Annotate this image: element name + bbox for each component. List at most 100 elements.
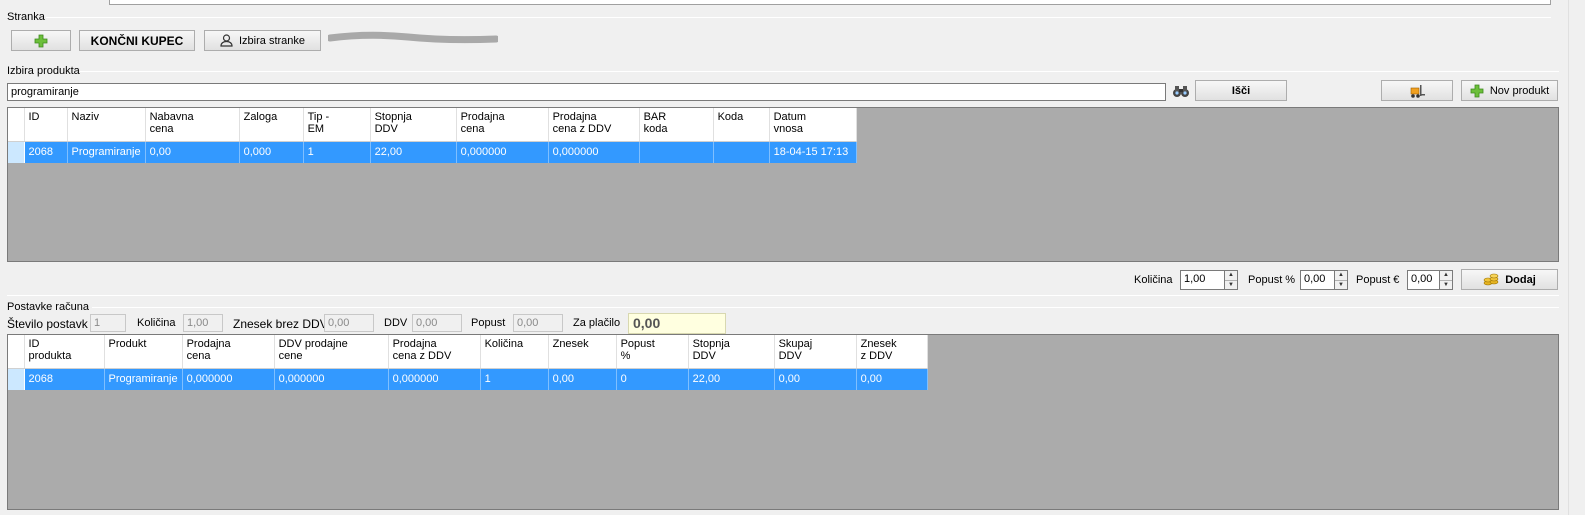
cell-produkt[interactable]: Programiranje [104, 368, 183, 390]
plus-icon [1470, 84, 1484, 97]
popust-pct-stepper[interactable]: 0,00 ▲ ▼ [1300, 270, 1348, 290]
cell-prodajna-cena-ddv[interactable]: 0,000000 [548, 141, 640, 163]
col-znesek[interactable]: Znesek [548, 335, 617, 369]
popust-label: Popust [471, 317, 506, 329]
col-datum-vnosa[interactable]: Datum vnosa [769, 108, 857, 142]
col-zaloga[interactable]: Zaloga [239, 108, 304, 142]
binoculars-icon[interactable] [1172, 83, 1190, 101]
col-ddv-prodajne-cene[interactable]: DDV prodajne cene [274, 335, 389, 369]
invoice-items-grid[interactable]: ID produkta Produkt Prodajna cena DDV pr… [7, 334, 1559, 510]
kolicina-label: Količina [1134, 274, 1173, 286]
cell-ddv-prodajne-cene[interactable]: 0,000000 [274, 368, 389, 390]
col-bar-koda[interactable]: BAR koda [639, 108, 714, 142]
popust-field: 0,00 [513, 314, 563, 332]
cell-znesek-z-ddv[interactable]: 0,00 [856, 368, 928, 390]
popust-eur-arrows[interactable]: ▲ ▼ [1439, 270, 1453, 290]
table-row[interactable]: 2068 Programiranje 0,00 0,000 1 22,00 0,… [8, 141, 857, 163]
col-prodajna-cena[interactable]: Prodajna cena [182, 335, 275, 369]
ddv-label: DDV [384, 317, 408, 329]
cell-id[interactable]: 2068 [24, 141, 68, 163]
cell-prodajna-cena-ddv[interactable]: 0,000000 [388, 368, 481, 390]
col-naziv[interactable]: Naziv [67, 108, 146, 142]
product-grid[interactable]: ID Naziv Nabavna cena Zaloga Tip - EM St… [7, 107, 1559, 262]
stevilo-postavk-field: 1 [90, 314, 126, 332]
col-prodajna-cena[interactable]: Prodajna cena [456, 108, 549, 142]
popust-pct-label: Popust % [1248, 274, 1296, 286]
user-icon [220, 34, 233, 47]
izbira-stranke-button[interactable]: Izbira stranke [204, 30, 321, 51]
row-header[interactable] [8, 141, 25, 163]
cell-stopnja-ddv[interactable]: 22,00 [370, 141, 457, 163]
cell-naziv[interactable]: Programiranje [67, 141, 146, 163]
col-kolicina[interactable]: Količina [480, 335, 549, 369]
col-koda[interactable]: Koda [713, 108, 770, 142]
koncni-kupec-button[interactable]: KONČNI KUPEC [79, 30, 195, 51]
row-header[interactable] [8, 368, 25, 390]
scroll-track[interactable] [1568, 0, 1585, 515]
col-produkt[interactable]: Produkt [104, 335, 183, 369]
popust-pct-arrows[interactable]: ▲ ▼ [1334, 270, 1348, 290]
dodaj-button[interactable]: Dodaj [1461, 269, 1558, 290]
produkt-group-line [80, 71, 1559, 72]
top-panel [109, 0, 1551, 5]
col-znesek-z-ddv[interactable]: Znesek z DDV [856, 335, 928, 369]
col-stopnja-ddv[interactable]: Stopnja DDV [370, 108, 457, 142]
nov-produkt-button[interactable]: Nov produkt [1461, 80, 1558, 101]
row-header-corner [8, 108, 25, 142]
stevilo-postavk-label: Število postavk [7, 317, 88, 331]
popust-pct-input[interactable]: 0,00 [1300, 270, 1334, 290]
cell-bar-koda[interactable] [639, 141, 714, 163]
postavke-kolicina-field: 1,00 [183, 314, 223, 332]
cell-stopnja-ddv[interactable]: 22,00 [688, 368, 775, 390]
col-skupaj-ddv[interactable]: Skupaj DDV [774, 335, 857, 369]
product-search-input[interactable]: programiranje [7, 83, 1166, 101]
col-prodajna-cena-ddv[interactable]: Prodajna cena z DDV [388, 335, 481, 369]
separator-line [7, 295, 1559, 296]
cell-tip-em[interactable]: 1 [303, 141, 371, 163]
cell-prodajna-cena[interactable]: 0,000000 [182, 368, 275, 390]
cell-koda[interactable] [713, 141, 770, 163]
cell-popust-pct[interactable]: 0 [616, 368, 689, 390]
invoice-items-table: ID produkta Produkt Prodajna cena DDV pr… [8, 335, 928, 390]
kolicina-arrows[interactable]: ▲ ▼ [1224, 270, 1238, 290]
cell-datum-vnosa[interactable]: 18-04-15 17:13 [769, 141, 857, 163]
dodaj-label: Dodaj [1505, 273, 1536, 286]
postavke-group-line [92, 307, 1559, 308]
cell-id-produkta[interactable]: 2068 [24, 368, 105, 390]
nov-produkt-label: Nov produkt [1489, 84, 1550, 97]
za-placilo-total: 0,00 [628, 313, 726, 334]
search-button[interactable]: Išči [1195, 80, 1287, 101]
kolicina-stepper[interactable]: 1,00 ▲ ▼ [1180, 270, 1238, 290]
izbira-stranke-label: Izbira stranke [238, 34, 306, 47]
row-header-corner [8, 335, 25, 369]
cell-skupaj-ddv[interactable]: 0,00 [774, 368, 857, 390]
col-nabavna-cena[interactable]: Nabavna cena [145, 108, 240, 142]
invoice-header-row: ID produkta Produkt Prodajna cena DDV pr… [8, 335, 928, 369]
cell-prodajna-cena[interactable]: 0,000000 [456, 141, 549, 163]
table-row[interactable]: 2068 Programiranje 0,000000 0,000000 0,0… [8, 368, 928, 390]
col-id-produkta[interactable]: ID produkta [24, 335, 105, 369]
col-popust-pct[interactable]: Popust % [616, 335, 689, 369]
postavke-group-label: Postavke računa [7, 301, 89, 313]
col-tip-em[interactable]: Tip - EM [303, 108, 371, 142]
popust-eur-stepper[interactable]: 0,00 ▲ ▼ [1407, 270, 1453, 290]
forklift-button[interactable] [1381, 80, 1453, 101]
col-prodajna-cena-ddv[interactable]: Prodajna cena z DDV [548, 108, 640, 142]
forklift-icon [1410, 84, 1425, 98]
cell-kolicina[interactable]: 1 [480, 368, 549, 390]
cell-nabavna-cena[interactable]: 0,00 [145, 141, 240, 163]
cell-znesek[interactable]: 0,00 [548, 368, 617, 390]
kolicina-input[interactable]: 1,00 [1180, 270, 1224, 290]
znesek-brez-ddv-label: Znesek brez DDV [233, 317, 328, 331]
stranka-group-label: Stranka [7, 11, 45, 23]
add-customer-button[interactable] [11, 30, 71, 51]
za-placilo-label: Za plačilo [573, 317, 621, 329]
col-stopnja-ddv[interactable]: Stopnja DDV [688, 335, 775, 369]
cell-zaloga[interactable]: 0,000 [239, 141, 304, 163]
popust-eur-input[interactable]: 0,00 [1407, 270, 1439, 290]
stranka-group-line [46, 17, 1551, 18]
produkt-group-label: Izbira produkta [7, 65, 80, 77]
col-id[interactable]: ID [24, 108, 68, 142]
plus-icon [34, 34, 48, 47]
znesek-brez-ddv-field: 0,00 [324, 314, 374, 332]
